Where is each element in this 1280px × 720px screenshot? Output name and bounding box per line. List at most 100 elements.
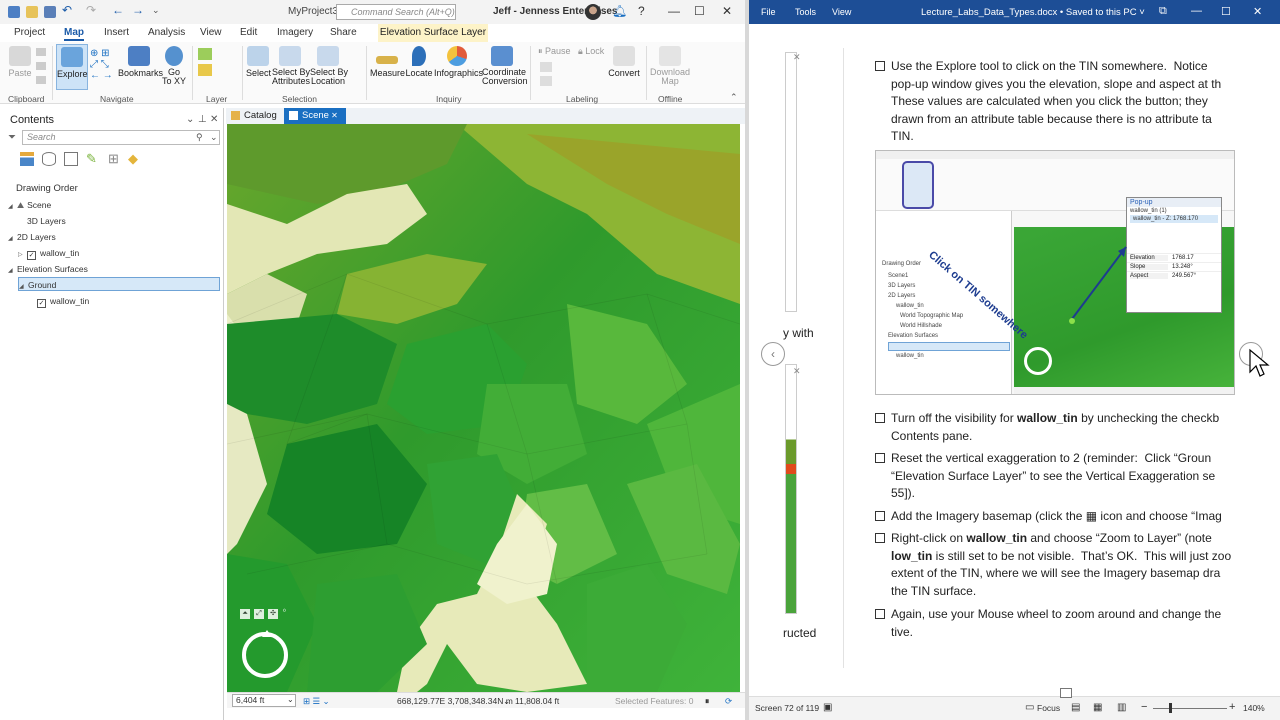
tab-share[interactable]: Share [330, 27, 357, 38]
tin-surface[interactable] [227, 124, 740, 692]
nav-move-icon[interactable]: ✣ [268, 609, 278, 619]
pause-drawing-icon[interactable]: ⏸ [705, 696, 709, 707]
tab-analysis[interactable]: Analysis [148, 27, 185, 38]
locate-button[interactable]: Locate [405, 46, 433, 78]
refresh-icon[interactable]: ⟳ [725, 696, 732, 707]
nav-heads-up-icon[interactable]: ⤢ [254, 609, 264, 619]
contents-search-input[interactable]: Search [22, 130, 220, 145]
add-data-icon[interactable] [198, 48, 212, 60]
goto-xy-button[interactable]: Go To XY [160, 46, 188, 86]
close-icon[interactable]: ✕ [1253, 5, 1262, 18]
filter-icon[interactable]: ⏷ [8, 132, 16, 143]
close-pane-icon[interactable]: ✕ [210, 114, 218, 125]
convert-button[interactable]: Convert [606, 46, 642, 78]
document-page[interactable]: ✕ y with ✕ ructed ‹ › Use the Explore to… [749, 24, 1280, 696]
select-by-location-button[interactable]: Select By Location [310, 46, 348, 86]
download-map-button[interactable]: Download Map [650, 46, 690, 86]
explore-button[interactable]: Explore [56, 44, 88, 90]
tab-elevation-surface-layer[interactable]: Elevation Surface Layer [378, 24, 488, 42]
copy-path-icon[interactable] [36, 76, 46, 84]
navigator-control[interactable] [242, 632, 288, 678]
list-by-data-source-icon[interactable] [42, 152, 56, 166]
command-search-input[interactable]: Command Search (Alt+Q) [336, 4, 456, 20]
pin-icon[interactable]: ⊥ [198, 114, 207, 125]
menu-view[interactable]: View [832, 7, 851, 17]
expander-icon[interactable]: ◢ [8, 264, 17, 278]
scale-dropdown-icon[interactable]: ⌄ [287, 695, 294, 704]
pane-options-icon[interactable]: ⌄ [186, 114, 194, 125]
zoom-tools-icon[interactable]: ⊕ ⊞ ⤢ ⤡ ← → [90, 48, 116, 82]
cut-icon[interactable] [36, 48, 46, 56]
expander-icon[interactable]: ◢ [8, 200, 17, 214]
new-project-icon[interactable] [8, 6, 20, 18]
maximize-icon[interactable]: ☐ [1221, 5, 1231, 18]
redo-icon[interactable]: ↷ [86, 3, 98, 17]
copy-icon[interactable] [36, 62, 46, 70]
zoom-in-icon[interactable]: + [1229, 701, 1235, 713]
focus-icon[interactable]: ▭ [1025, 702, 1034, 713]
bookmarks-button[interactable]: Bookmarks [118, 46, 163, 78]
list-by-selection-icon[interactable] [64, 152, 78, 166]
view-tab-catalog[interactable]: Catalog [226, 108, 285, 124]
read-mode-icon[interactable]: ▤ [1071, 702, 1080, 713]
labeling-2-icon[interactable] [540, 76, 552, 86]
tab-insert[interactable]: Insert [104, 27, 129, 38]
list-by-snapping-icon[interactable]: ⊞ [108, 152, 122, 166]
collapse-ribbon-icon[interactable]: ⌃ [730, 92, 738, 103]
labeling-icon[interactable] [540, 62, 552, 72]
forward-icon[interactable]: → [132, 3, 144, 17]
minimize-icon[interactable]: — [1191, 5, 1202, 17]
open-icon[interactable] [26, 6, 38, 18]
expander-icon[interactable]: ◢ [19, 280, 28, 294]
tree-item-wallow-tin[interactable]: ▷ ✓ wallow_tin [18, 246, 79, 260]
menu-file[interactable]: File [761, 7, 776, 17]
zoom-slider[interactable] [1153, 708, 1227, 709]
pause-labeling-button[interactable]: ⏸ Pause [538, 46, 571, 57]
tree-item-ground[interactable]: ◢ Ground [18, 277, 220, 291]
close-tab-icon[interactable]: ✕ [329, 111, 338, 120]
undo-icon[interactable]: ↶ [62, 3, 74, 17]
snapping-icon[interactable]: ⊞ ☰ ⌄ [303, 696, 330, 707]
focus-button[interactable]: Focus [1037, 703, 1060, 713]
nav-options-icon[interactable]: ⁰ [283, 608, 286, 616]
proofing-icon[interactable]: ▣ [823, 702, 832, 713]
task-checkbox[interactable] [875, 511, 885, 521]
minimize-icon[interactable]: — [668, 4, 680, 18]
tab-map[interactable]: Map [64, 27, 84, 41]
document-title[interactable]: Lecture_Labs_Data_Types.docx • Saved to … [921, 7, 1145, 18]
layout-icon[interactable]: ⧉ [1159, 5, 1167, 18]
notification-icon[interactable]: 🔔︎ [612, 4, 627, 18]
coordinate-format-icon[interactable]: ⌄ [503, 696, 510, 707]
customize-qat-icon[interactable]: ⌄ [152, 5, 164, 17]
infographics-button[interactable]: Infographics [434, 46, 483, 78]
search-icon[interactable]: ⚲ [196, 132, 203, 143]
task-checkbox[interactable] [875, 453, 885, 463]
tab-imagery[interactable]: Imagery [277, 27, 313, 38]
help-icon[interactable]: ? [638, 4, 645, 18]
coordinate-conversion-button[interactable]: Coordinate Conversion [482, 46, 528, 86]
list-by-editing-icon[interactable]: ✎ [86, 152, 100, 166]
print-layout-icon[interactable]: ▦ [1093, 702, 1102, 713]
nav-full-control-icon[interactable]: ⏶ [240, 609, 250, 619]
close-icon[interactable]: ✕ [722, 4, 732, 18]
measure-button[interactable]: Measure [370, 46, 405, 78]
list-by-drawing-order-icon[interactable] [20, 152, 34, 166]
web-layout-icon[interactable]: ▥ [1117, 702, 1126, 713]
tree-item-elevation-surfaces[interactable]: ◢ Elevation Surfaces [8, 262, 88, 276]
basemap-icon[interactable] [198, 64, 212, 76]
tab-view[interactable]: View [200, 27, 222, 38]
select-by-attributes-button[interactable]: Select By Attributes [272, 46, 310, 86]
back-icon[interactable]: ← [112, 3, 124, 17]
view-tab-scene[interactable]: Scene ✕ [284, 108, 346, 124]
select-button[interactable]: Select [246, 46, 271, 78]
tree-item-2d-layers[interactable]: ◢ 2D Layers [8, 230, 56, 244]
paste-button[interactable]: Paste [6, 46, 34, 78]
expander-icon[interactable]: ▷ [18, 248, 27, 262]
visibility-checkbox[interactable]: ✓ [37, 299, 46, 308]
zoom-slider-thumb[interactable] [1169, 703, 1172, 713]
tab-edit[interactable]: Edit [240, 27, 257, 38]
previous-screen-button[interactable]: ‹ [761, 342, 785, 366]
save-icon[interactable] [44, 6, 56, 18]
avatar[interactable] [585, 4, 601, 20]
visibility-checkbox[interactable]: ✓ [27, 251, 36, 260]
